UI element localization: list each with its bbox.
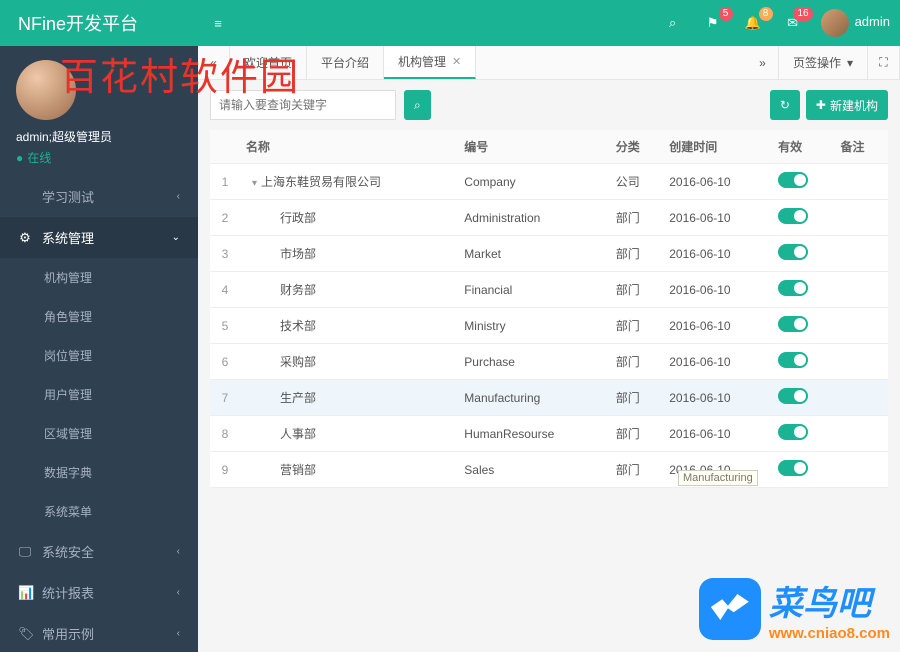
nav-example[interactable]: 🏷常用示例‹ [0,613,198,652]
tab-ops[interactable]: 页签操作▾ [779,46,868,79]
table-row[interactable]: 1▾上海东鞋贸易有限公司Company公司2016-06-10 [210,164,888,200]
cogs-icon: ⚙ [18,230,32,246]
chevron-left-icon: ‹ [177,587,180,598]
sidebar-item-2[interactable]: 岗位管理 [0,336,198,375]
profile-block: admin;超级管理员 在线 [0,46,198,176]
main: « 欢迎首页 平台介绍 机构管理✕ » 页签操作▾ ⛶ ⌕ ↻ ✚新建机构 [198,46,900,652]
valid-toggle[interactable] [778,316,808,332]
brand: NFine开发平台 [0,10,198,36]
refresh-button[interactable]: ↻ [770,90,800,120]
nav-system[interactable]: ⚙系统管理⌄ [0,217,198,258]
valid-toggle[interactable] [778,172,808,188]
bars-icon: ≡ [211,16,225,31]
mail-icon[interactable]: ✉16 [781,15,805,31]
nav-report[interactable]: 📊统计报表‹ [0,572,198,613]
org-table: 名称 编号 分类 创建时间 有效 备注 1▾上海东鞋贸易有限公司Company公… [210,130,888,488]
tag-icon: 🏷 [18,626,32,642]
create-button[interactable]: ✚新建机构 [806,90,888,120]
valid-toggle[interactable] [778,352,808,368]
expand-icon: ⛶ [879,55,887,70]
valid-toggle[interactable] [778,208,808,224]
profile-name: admin;超级管理员 [16,128,182,145]
nav-security[interactable]: 🖵系统安全‹ [0,531,198,572]
col-remark[interactable]: 备注 [835,130,889,164]
col-name[interactable]: 名称 [240,130,458,164]
tab-home[interactable]: 欢迎首页 [230,46,307,79]
valid-toggle[interactable] [778,460,808,476]
close-icon[interactable]: ✕ [452,55,461,68]
search-icon[interactable]: ⌕ [661,15,685,31]
col-valid[interactable]: 有效 [772,130,834,164]
topbar: NFine开发平台 ≡ ⌕ ⚑5 🔔8 ✉16 admin [0,0,900,46]
sidebar-item-4[interactable]: 区域管理 [0,414,198,453]
tab-org[interactable]: 机构管理✕ [384,46,476,79]
caret-down-icon: ▾ [847,56,853,70]
chevron-left-icon: ‹ [177,546,180,557]
table-row[interactable]: 7生产部Manufacturing部门2016-06-10 [210,380,888,416]
tab-platform[interactable]: 平台介绍 [307,46,384,79]
overlay-cn: 菜鸟吧 [769,576,890,625]
tab-scroll-right[interactable]: » [747,46,779,79]
sidebar-item-6[interactable]: 系统菜单 [0,492,198,531]
table-row[interactable]: 4财务部Financial部门2016-06-10 [210,272,888,308]
table-row[interactable]: 3市场部Market部门2016-06-10 [210,236,888,272]
chevron-left-icon: ‹ [177,191,180,202]
double-right-icon: » [759,56,766,70]
double-left-icon: « [210,56,217,70]
profile-status: 在线 [16,149,182,166]
caret-down-icon[interactable]: ▾ [252,178,257,189]
chart-icon: 📊 [18,585,32,601]
bird-icon [699,578,761,640]
flag-icon[interactable]: ⚑5 [701,15,725,31]
valid-toggle[interactable] [778,280,808,296]
tab-scroll-left[interactable]: « [198,46,230,79]
search-input[interactable] [210,90,396,120]
refresh-icon: ↻ [780,98,790,112]
plus-icon: ✚ [816,98,826,112]
col-date[interactable]: 创建时间 [663,130,772,164]
table-row[interactable]: 8人事部HumanResourse部门2016-06-10 [210,416,888,452]
search-icon: ⌕ [414,98,421,113]
bell-icon[interactable]: 🔔8 [741,15,765,31]
table-row[interactable]: 9营销部Sales部门2016-06-10 [210,452,888,488]
table-row[interactable]: 6采购部Purchase部门2016-06-10 [210,344,888,380]
toolbar: ⌕ ↻ ✚新建机构 [210,90,888,120]
desktop-icon: 🖵 [18,544,32,560]
sidebar-item-3[interactable]: 用户管理 [0,375,198,414]
sidebar-item-1[interactable]: 角色管理 [0,297,198,336]
user-menu[interactable]: admin [821,9,890,37]
col-type[interactable]: 分类 [610,130,663,164]
valid-toggle[interactable] [778,388,808,404]
valid-toggle[interactable] [778,244,808,260]
search-button[interactable]: ⌕ [404,90,431,120]
chevron-down-icon: ⌄ [172,232,180,243]
avatar-icon [821,9,849,37]
content: ⌕ ↻ ✚新建机构 名称 编号 分类 创建时间 有效 备注 1▾上海东鞋贸易有限… [198,80,900,652]
table-row[interactable]: 2行政部Administration部门2016-06-10 [210,200,888,236]
avatar-large-icon [16,60,76,120]
sidebar-item-0[interactable]: 机构管理 [0,258,198,297]
table-row[interactable]: 5技术部Ministry部门2016-06-10 [210,308,888,344]
valid-toggle[interactable] [778,424,808,440]
sidebar-item-5[interactable]: 数据字典 [0,453,198,492]
fullscreen-button[interactable]: ⛶ [868,46,900,79]
col-code[interactable]: 编号 [458,130,609,164]
tabbar: « 欢迎首页 平台介绍 机构管理✕ » 页签操作▾ ⛶ [198,46,900,80]
sidebar-toggle[interactable]: ≡ [198,16,238,31]
nav-study[interactable]: 学习测试‹ [0,176,198,217]
overlay-logo: 菜鸟吧 www.cniao8.com [699,576,890,642]
chevron-left-icon: ‹ [177,628,180,639]
sidebar: admin;超级管理员 在线 学习测试‹ ⚙系统管理⌄ 机构管理角色管理岗位管理… [0,46,198,652]
overlay-url: www.cniao8.com [769,625,890,642]
